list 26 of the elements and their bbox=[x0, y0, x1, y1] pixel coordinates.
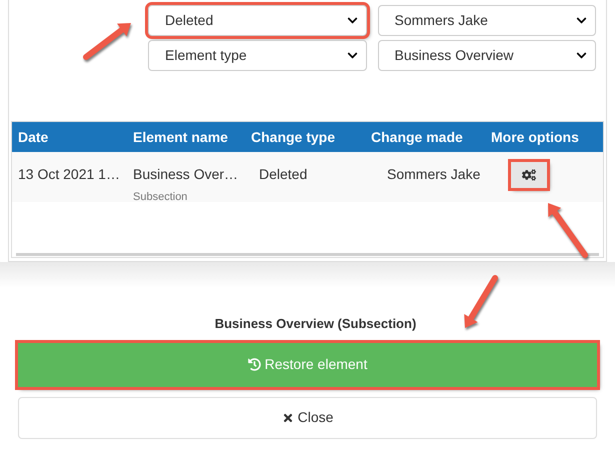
column-header: Element name bbox=[132, 128, 229, 146]
chevron-down-icon bbox=[346, 50, 358, 61]
table-cell: Sommers Jake bbox=[387, 166, 480, 182]
column-header: More options bbox=[490, 128, 580, 147]
options-button[interactable] bbox=[511, 162, 547, 188]
dropdown[interactable]: Business Overview bbox=[378, 40, 596, 71]
table-cell-text: Business Over… bbox=[133, 165, 238, 184]
close-icon bbox=[282, 412, 294, 424]
gears-icon bbox=[522, 168, 536, 182]
arrow bbox=[548, 203, 588, 258]
element-type-label: Subsection bbox=[133, 190, 188, 205]
arrow bbox=[464, 275, 498, 328]
dropdown[interactable]: Element type bbox=[148, 40, 366, 71]
close-button[interactable]: Close bbox=[18, 396, 597, 438]
chevron-down-icon bbox=[576, 50, 587, 61]
chevron-down-icon bbox=[576, 15, 587, 26]
dialog-title: Business Overview (Subsection) bbox=[214, 315, 416, 333]
dropdown[interactable]: Sommers Jake bbox=[378, 5, 596, 36]
arrow bbox=[83, 23, 131, 60]
chevron-down-icon bbox=[346, 15, 358, 26]
table-cell: 13 Oct 2021 1… bbox=[18, 166, 120, 182]
column-header: Date bbox=[17, 128, 50, 146]
table-cell: Deleted bbox=[259, 166, 308, 182]
column-header: Change made bbox=[370, 128, 464, 147]
restore-icon bbox=[248, 358, 261, 371]
column-header: Change type bbox=[250, 128, 336, 147]
